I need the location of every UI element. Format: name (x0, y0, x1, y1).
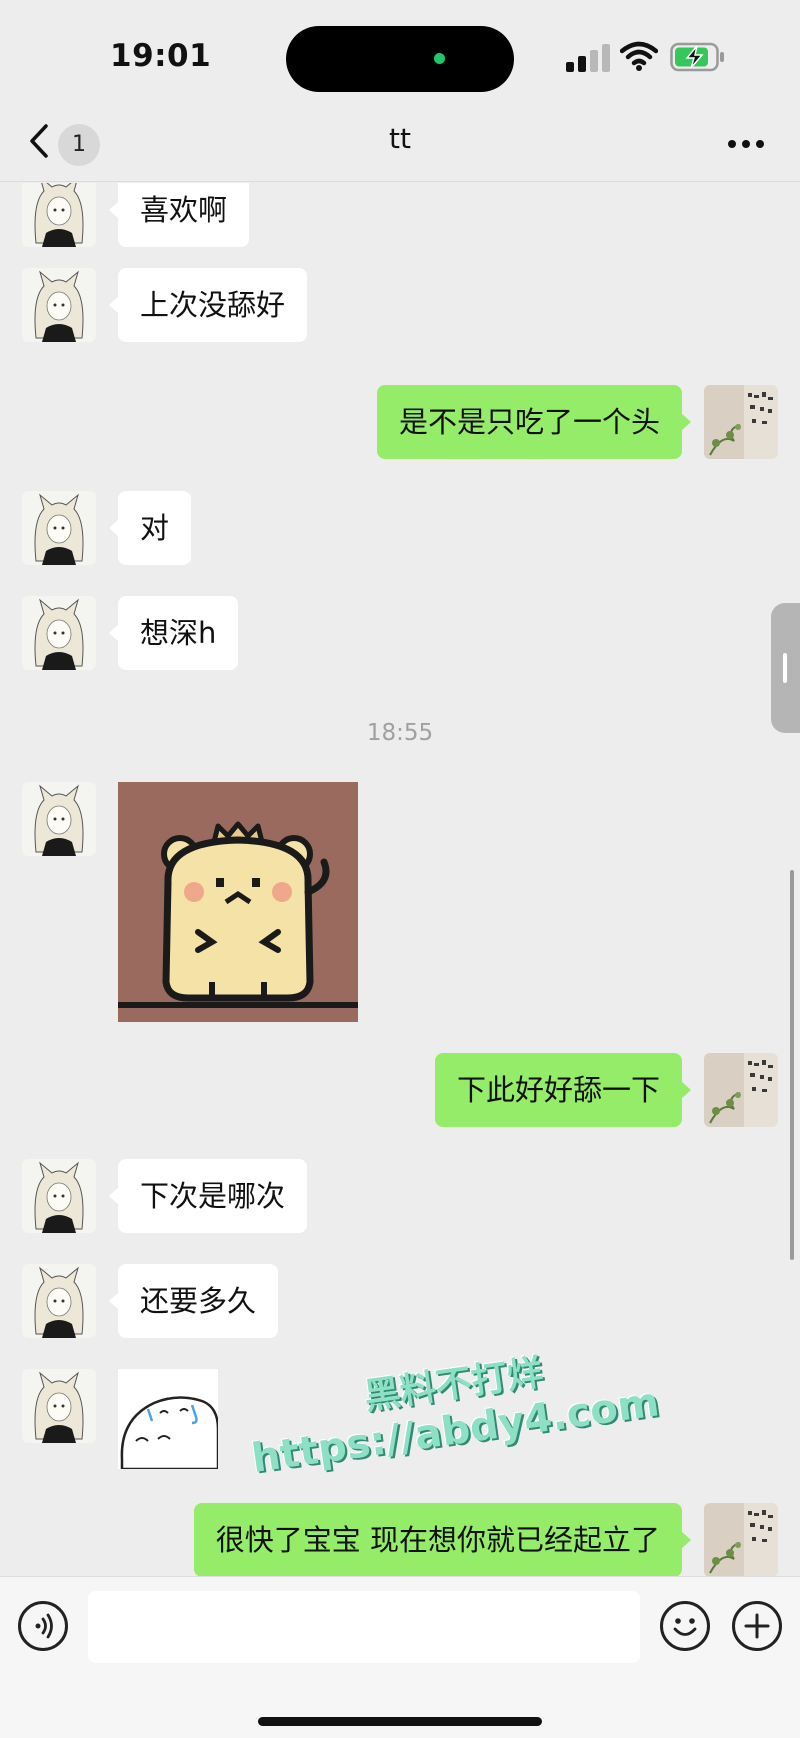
voice-icon (35, 1613, 53, 1639)
scrollbar[interactable] (790, 870, 794, 1260)
incoming-message-bubble[interactable]: 还要多久 (108, 1264, 279, 1338)
status-bar: 19:01 (0, 0, 800, 100)
floating-side-handle[interactable] (771, 603, 800, 733)
contact-avatar[interactable] (22, 782, 96, 856)
incoming-message-bubble[interactable]: 对 (108, 491, 192, 565)
incoming-message-bubble[interactable]: 想深h (108, 596, 239, 670)
incoming-message-bubble[interactable]: 下次是哪次 (108, 1159, 308, 1233)
status-time: 19:01 (110, 38, 212, 74)
bear-sticker[interactable] (118, 782, 358, 1026)
outgoing-message-bubble[interactable]: 很快了宝宝 现在想你就已经起立了 (193, 1503, 692, 1576)
contact-avatar[interactable] (22, 268, 96, 342)
my-avatar[interactable] (704, 1053, 778, 1127)
more-options-button[interactable] (728, 140, 766, 150)
outgoing-message-bubble[interactable]: 下此好好舔一下 (434, 1053, 692, 1127)
contact-avatar[interactable] (22, 183, 96, 247)
battery-charging-icon (670, 42, 726, 72)
more-dots-icon (728, 140, 736, 148)
my-avatar[interactable] (704, 385, 778, 459)
chat-header: 1 tt (0, 100, 800, 182)
emoji-button[interactable] (660, 1601, 710, 1651)
cellular-signal-icon (566, 44, 610, 72)
camera-indicator-dot (434, 53, 445, 64)
plus-icon (744, 1613, 770, 1639)
incoming-message-bubble[interactable]: 喜欢啊 (108, 183, 250, 247)
unread-count-badge[interactable]: 1 (58, 124, 100, 166)
contact-avatar[interactable] (22, 1264, 96, 1338)
more-functions-button[interactable] (732, 1601, 782, 1651)
wifi-icon (619, 40, 659, 72)
input-bar (0, 1576, 800, 1738)
message-timestamp: 18:55 (366, 720, 434, 746)
contact-avatar[interactable] (22, 491, 96, 565)
contact-avatar[interactable] (22, 1159, 96, 1233)
outgoing-message-bubble[interactable]: 是不是只吃了一个头 (376, 385, 692, 459)
emoji-icon (673, 1618, 697, 1636)
home-indicator[interactable] (258, 1717, 542, 1726)
voice-button[interactable] (18, 1601, 68, 1651)
dynamic-island (286, 26, 514, 92)
contact-avatar[interactable] (22, 1369, 96, 1443)
contact-avatar[interactable] (22, 596, 96, 670)
chevron-left-icon (30, 124, 48, 158)
blob-sticker[interactable] (118, 1369, 220, 1473)
my-avatar[interactable] (704, 1503, 778, 1576)
incoming-message-bubble[interactable]: 上次没舔好 (108, 268, 308, 342)
message-input[interactable] (88, 1591, 640, 1663)
chat-title: tt (389, 122, 411, 155)
